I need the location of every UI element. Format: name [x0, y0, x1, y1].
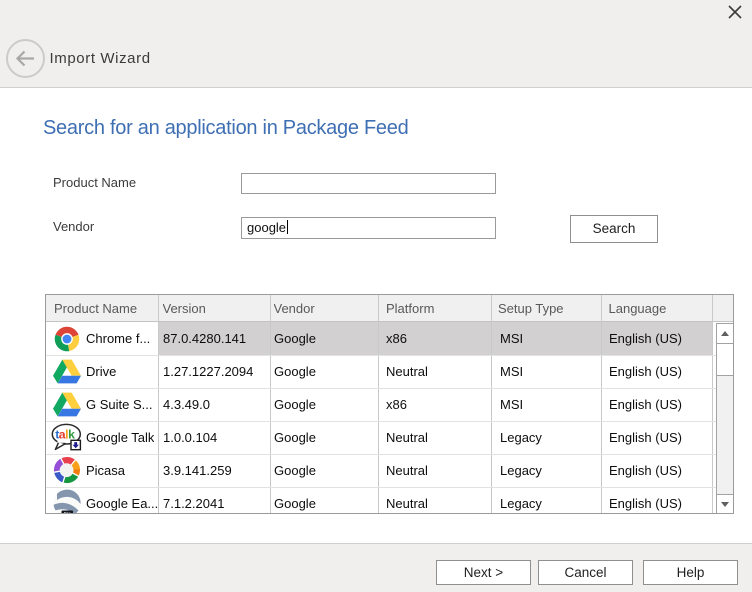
svg-text:Pro: Pro: [64, 511, 72, 514]
svg-text:talk: talk: [55, 428, 75, 442]
